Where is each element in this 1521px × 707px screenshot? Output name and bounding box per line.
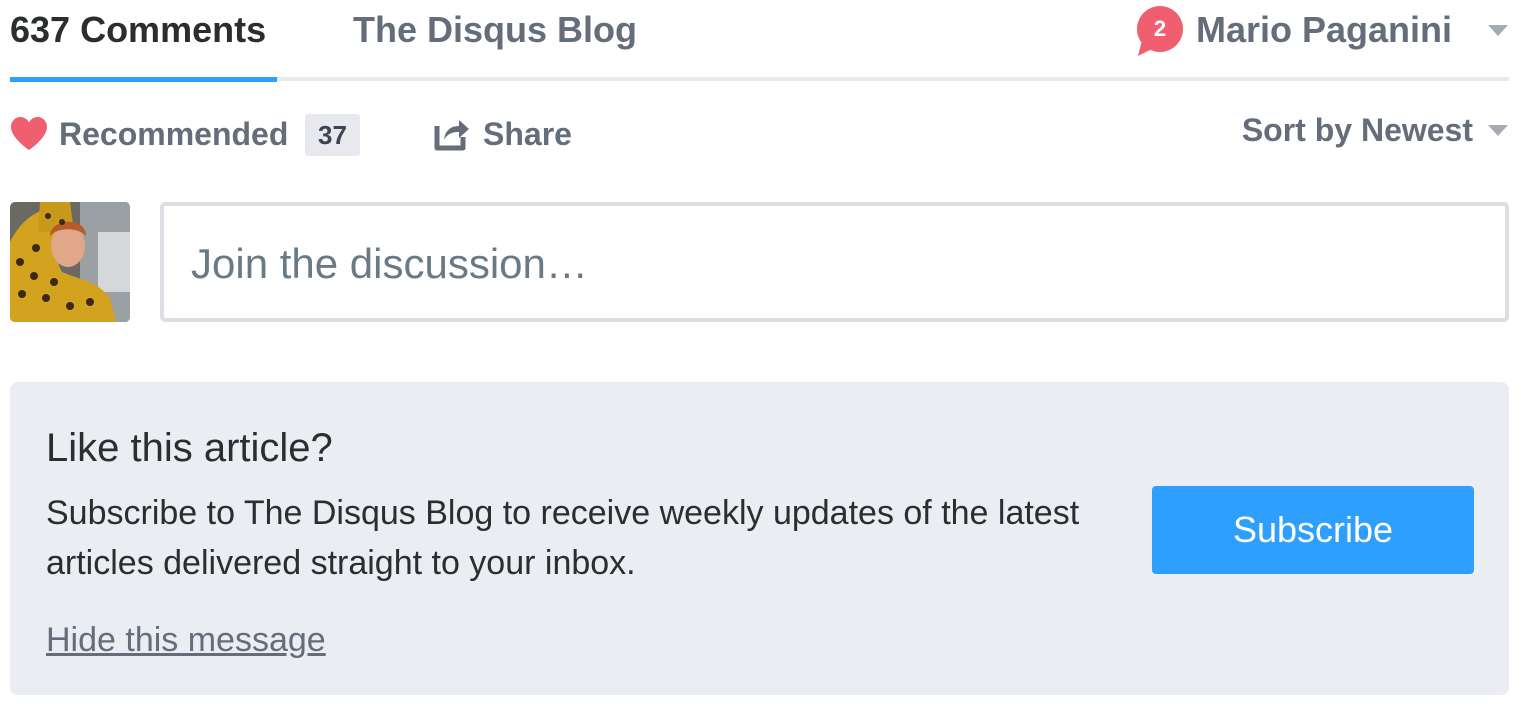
avatar[interactable] xyxy=(10,202,130,322)
user-name: Mario Paganini xyxy=(1196,9,1453,50)
recommend-count: 37 xyxy=(305,114,360,156)
comment-composer[interactable]: Join the discussion… xyxy=(160,202,1509,322)
share-button[interactable]: Share xyxy=(434,110,584,158)
subscribe-button[interactable]: Subscribe xyxy=(1152,486,1474,574)
active-tab-indicator xyxy=(10,77,277,82)
chevron-down-icon xyxy=(1488,25,1508,36)
chevron-down-icon xyxy=(1488,125,1508,136)
subscribe-description: Subscribe to The Disqus Blog to receive … xyxy=(46,494,1080,582)
sort-dropdown[interactable]: Sort by Newest xyxy=(1229,108,1509,152)
notification-badge[interactable]: 2 xyxy=(1136,6,1184,56)
discussion-nav: 637 Comments The Disqus Blog 2 Mario Pag… xyxy=(10,0,1509,82)
recommend-label: Recommended xyxy=(59,116,289,152)
recommend-button[interactable]: Recommended 37 xyxy=(10,110,370,158)
sort-label: Sort by Newest xyxy=(1241,112,1473,148)
subscribe-card: Like this article? Subscribe to The Disq… xyxy=(10,382,1509,695)
heart-icon xyxy=(11,117,47,150)
hide-message-link[interactable]: Hide this message xyxy=(46,618,326,662)
tab-comments[interactable]: 637 Comments xyxy=(10,8,266,52)
user-menu[interactable]: 2 Mario Paganini xyxy=(1129,4,1509,60)
notification-count: 2 xyxy=(1153,16,1167,41)
tab-community[interactable]: The Disqus Blog xyxy=(353,8,637,52)
share-label: Share xyxy=(483,116,572,152)
subscribe-title: Like this article? xyxy=(46,426,333,470)
composer-placeholder: Join the discussion… xyxy=(191,240,588,287)
user-avatar-image xyxy=(10,202,130,322)
share-icon xyxy=(434,120,469,151)
